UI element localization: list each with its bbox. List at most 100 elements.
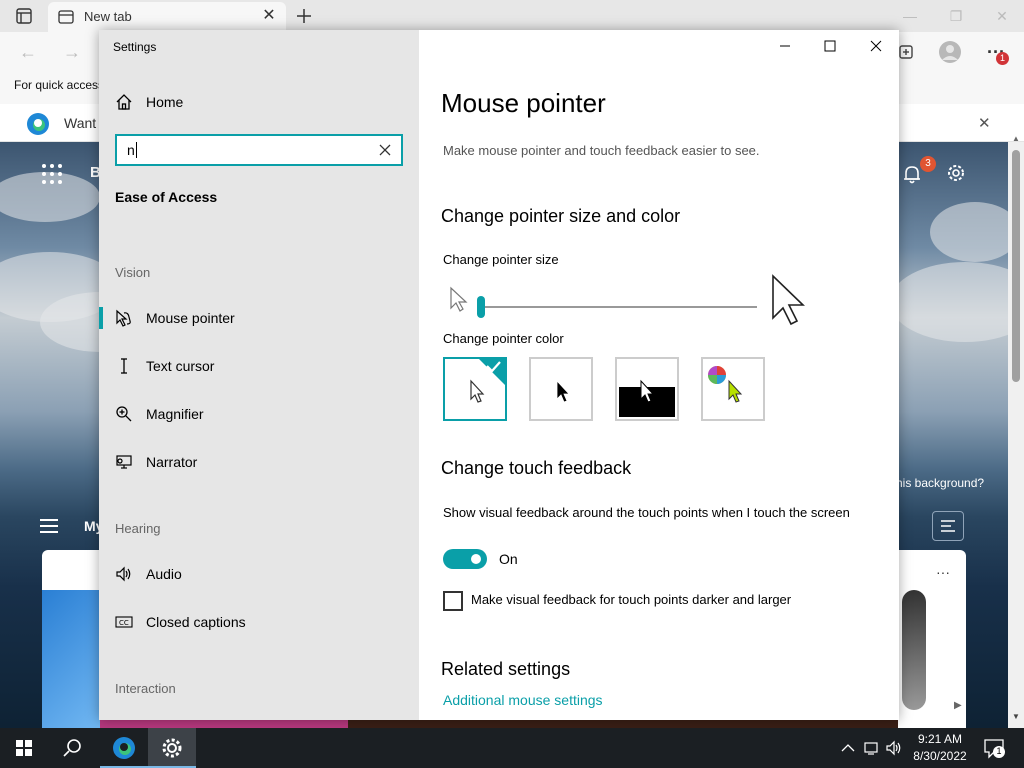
nav-text-cursor-label: Text cursor [146,358,215,374]
closed-captions-icon: CC [115,613,133,631]
settings-minimize-button[interactable] [765,34,805,58]
action-center-icon[interactable]: 1 [982,736,1006,760]
slider-track [477,306,757,308]
edge-logo-icon [26,112,50,136]
touch-feedback-toggle-state: On [499,551,518,567]
back-arrow-icon[interactable]: ← [16,40,40,64]
network-icon[interactable] [862,738,882,758]
mouse-pointer-icon [115,309,133,327]
background-info-link[interactable]: his background? [896,476,984,490]
darker-feedback-checkbox[interactable] [443,591,463,611]
nav-magnifier-label: Magnifier [146,406,204,422]
nav-group-hearing: Hearing [115,521,161,536]
page-scrollbar[interactable]: ▲ ▼ [1008,134,1024,728]
nav-group-vision: Vision [115,265,151,280]
nav-item-narrator[interactable]: Narrator [99,441,419,485]
touch-feedback-heading: Change touch feedback [441,458,632,478]
pointer-color-inverted-option[interactable] [615,357,679,421]
related-settings-heading: Related settings [441,659,571,679]
nav-group-interaction: Interaction [115,681,176,696]
infobar-close-icon[interactable]: ✕ [978,114,991,132]
clock-time: 9:21 AM [917,732,963,746]
nav-item-text-cursor[interactable]: Text cursor [99,345,419,389]
scroll-up-arrow-icon[interactable]: ▲ [1012,134,1020,143]
speaker-icon [115,565,133,583]
size-color-heading: Change pointer size and color [441,206,681,226]
nav-item-magnifier[interactable]: Magnifier [99,393,419,437]
slider-thumb[interactable] [477,296,485,318]
taskbar-settings-gear-icon[interactable] [148,728,196,768]
settings-content-pane: Mouse pointer Make mouse pointer and tou… [419,30,899,720]
infobar-text: Want [64,115,97,131]
clear-search-icon[interactable] [377,142,393,158]
nav-item-audio[interactable]: Audio [99,553,419,597]
favorites-bar-text: For quick access [14,78,105,92]
card-next-arrow-icon[interactable]: ▶ [954,700,962,711]
start-button-windows-icon[interactable] [0,728,48,768]
nav-category-heading: Ease of Access [115,189,218,205]
page-settings-gear-icon[interactable] [944,161,968,185]
nav-home-label: Home [146,94,184,110]
search-input-value: n [127,142,135,158]
pointer-size-label: Change pointer size [443,252,559,267]
profile-notification-badge: 1 [996,52,1009,65]
narrator-icon [115,453,133,471]
text-cursor-icon [115,357,133,375]
notification-count-badge: 3 [920,156,936,172]
active-indicator [99,307,103,329]
touch-feedback-toggle[interactable] [443,549,487,569]
nav-item-home[interactable]: Home [99,81,419,125]
browser-restore-button[interactable]: ❐ [936,4,976,28]
nav-narrator-label: Narrator [146,454,198,470]
pointer-color-white-option[interactable] [443,357,507,421]
tab-close-icon[interactable]: ✕ [260,7,278,25]
nav-closed-captions-label: Closed captions [146,614,246,630]
settings-app-title: Settings [113,40,157,54]
news-card-left[interactable] [42,550,100,728]
new-tab-button[interactable] [292,5,316,27]
browser-minimize-button[interactable]: — [890,4,930,28]
forward-arrow-icon[interactable]: → [60,40,84,64]
taskbar-edge-icon[interactable] [100,728,148,768]
pointer-color-custom-option[interactable] [701,357,765,421]
nav-item-closed-captions[interactable]: CC Closed captions [99,601,419,645]
profile-avatar-icon[interactable] [938,40,962,64]
action-center-count: 1 [996,746,1002,756]
magnifier-icon [115,405,133,423]
home-icon [115,93,133,111]
tab-actions-icon[interactable] [10,6,38,26]
pointer-color-black-option[interactable] [529,357,593,421]
settings-maximize-button[interactable] [810,34,850,58]
app-launcher-icon[interactable] [40,162,64,186]
nav-mouse-pointer-label: Mouse pointer [146,310,235,326]
large-pointer-icon [771,274,807,331]
small-pointer-icon [449,286,469,317]
tab-title: New tab [84,9,132,24]
darker-feedback-checkbox-label[interactable]: Make visual feedback for touch points da… [471,592,791,607]
volume-icon[interactable] [884,738,904,758]
page-description: Make mouse pointer and touch feedback ea… [443,143,760,158]
taskbar-clock[interactable]: 9:21 AM 8/30/2022 [904,731,976,765]
scroll-down-arrow-icon[interactable]: ▼ [1012,712,1020,721]
news-card-right[interactable]: ··· ▶ [898,550,966,728]
scrollbar-thumb[interactable] [1012,150,1020,382]
nav-item-mouse-pointer[interactable]: Mouse pointer [99,297,419,341]
windows-taskbar: 9:21 AM 8/30/2022 1 [0,728,1024,768]
show-hidden-icons-chevron-up-icon[interactable] [838,738,858,758]
feed-layout-icon[interactable] [932,511,964,541]
settings-search-input[interactable]: n [115,134,403,166]
touch-feedback-description: Show visual feedback around the touch po… [443,505,850,520]
browser-close-button[interactable]: ✕ [982,4,1022,28]
nav-audio-label: Audio [146,566,182,582]
pointer-size-slider[interactable] [477,296,757,318]
clock-date: 8/30/2022 [913,749,967,763]
settings-close-button[interactable] [856,34,896,58]
card-more-icon[interactable]: ··· [936,564,950,580]
feed-menu-icon[interactable] [40,518,60,534]
svg-text:CC: CC [119,619,129,627]
browser-tab[interactable]: New tab ✕ [48,2,286,32]
taskbar-search-icon[interactable] [48,728,96,768]
additional-mouse-settings-link[interactable]: Additional mouse settings [443,692,603,708]
settings-nav-pane: Settings Home n Ease of Access Vision Mo… [99,30,419,720]
pointer-color-label: Change pointer color [443,331,564,346]
